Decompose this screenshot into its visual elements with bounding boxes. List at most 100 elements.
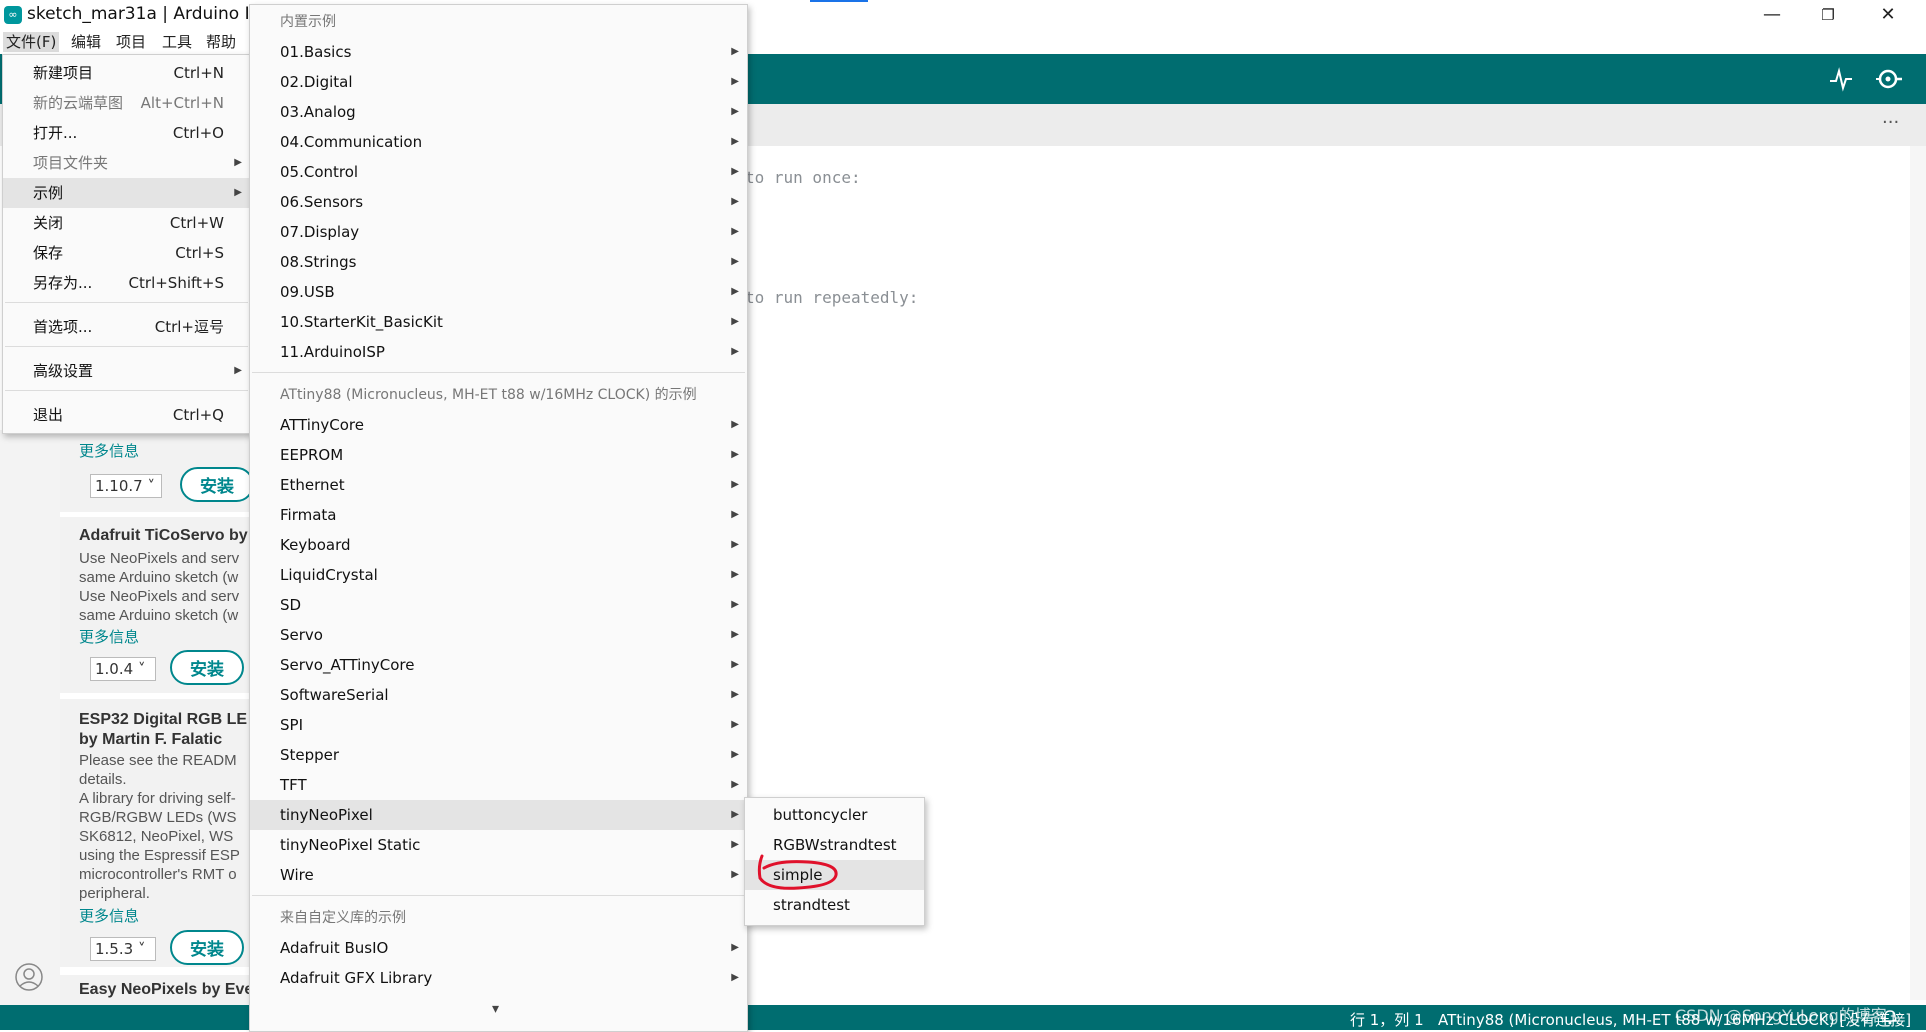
more-info-link[interactable]: 更多信息: [79, 440, 139, 461]
menu-item-adafruit-gfx-library[interactable]: Adafruit GFX Library ▶: [250, 963, 747, 993]
chevron-right-icon: ▶: [731, 226, 739, 237]
file-menu: 新建项目 Ctrl+N 新的云端草图 Alt+Ctrl+N 打开... Ctrl+O …: [2, 54, 251, 434]
menu-item-quit[interactable]: 退出 Ctrl+Q: [3, 400, 250, 430]
menu-separator: [252, 895, 745, 896]
chevron-right-icon: ▶: [731, 689, 739, 700]
chevron-right-icon: ▶: [731, 419, 739, 430]
chevron-right-icon: ▶: [731, 256, 739, 267]
menu-item-spi[interactable]: SPI ▶: [250, 710, 747, 740]
library-card: Easy NeoPixels by Eve: [60, 975, 253, 1005]
chevron-right-icon: ▶: [731, 942, 739, 953]
menu-item-wire[interactable]: Wire ▶: [250, 860, 747, 890]
menu-item-08-strings[interactable]: 08.Strings ▶: [250, 247, 747, 277]
version-select[interactable]: 1.10.7 ˅: [90, 474, 162, 498]
chevron-right-icon: ▶: [234, 187, 242, 198]
menu-item-new-sketch[interactable]: 新建项目 Ctrl+N: [3, 58, 250, 88]
menu-item-examples[interactable]: 示例 ▶: [3, 178, 250, 208]
menu-item-attinycore[interactable]: ATTinyCore ▶: [250, 410, 747, 440]
menu-item-sketchbook[interactable]: 项目文件夹 ▶: [3, 148, 250, 178]
library-title: Adafruit TiCoServo by: [79, 527, 248, 544]
menu-item-buttoncycler[interactable]: buttoncycler: [745, 800, 924, 830]
menu-item-liquidcrystal[interactable]: LiquidCrystal ▶: [250, 560, 747, 590]
menu-item-06-sensors[interactable]: 06.Sensors ▶: [250, 187, 747, 217]
maximize-button[interactable]: ❐: [1800, 0, 1856, 30]
menu-item-04-communication[interactable]: 04.Communication ▶: [250, 127, 747, 157]
chevron-right-icon: ▶: [731, 809, 739, 820]
menu-item-save-as[interactable]: 另存为... Ctrl+Shift+S: [3, 268, 250, 298]
install-button[interactable]: 安装: [180, 467, 254, 502]
menu-item-tinyneopixel[interactable]: tinyNeoPixel ▶: [250, 800, 747, 830]
library-card: Adafruit TiCoServo by Use NeoPixels and …: [60, 517, 250, 693]
menu-item-adafruit-busio[interactable]: Adafruit BusIO ▶: [250, 933, 747, 963]
menu-item-softwareserial[interactable]: SoftwareSerial ▶: [250, 680, 747, 710]
menu-item-firmata[interactable]: Firmata ▶: [250, 500, 747, 530]
minimize-button[interactable]: —: [1744, 0, 1800, 30]
profile-icon[interactable]: [14, 962, 44, 992]
focus-indicator: [810, 0, 868, 2]
menu-help[interactable]: 帮助: [203, 32, 239, 52]
close-button[interactable]: ✕: [1860, 0, 1916, 30]
cursor-position: 行 1，列 1: [1350, 1011, 1424, 1029]
chevron-right-icon: ▶: [731, 46, 739, 57]
chevron-right-icon: ▶: [731, 749, 739, 760]
menu-item-02-digital[interactable]: 02.Digital ▶: [250, 67, 747, 97]
chevron-right-icon: ▶: [731, 509, 739, 520]
chevron-right-icon: ▶: [731, 316, 739, 327]
chevron-right-icon: ▶: [731, 449, 739, 460]
menu-item-open[interactable]: 打开... Ctrl+O: [3, 118, 250, 148]
menu-item-05-control[interactable]: 05.Control ▶: [250, 157, 747, 187]
chevron-right-icon: ▶: [731, 972, 739, 983]
menu-item-save[interactable]: 保存 Ctrl+S: [3, 238, 250, 268]
editor-scrollbar[interactable]: [1910, 146, 1926, 1000]
menu-item-preferences[interactable]: 首选项... Ctrl+逗号: [3, 312, 250, 342]
chevron-right-icon: ▶: [731, 76, 739, 87]
menu-item-11-arduinoisp[interactable]: 11.ArduinoISP ▶: [250, 337, 747, 367]
menu-item-09-usb[interactable]: 09.USB ▶: [250, 277, 747, 307]
menu-sketch[interactable]: 项目: [113, 32, 149, 52]
menu-item-10-starterkit-basickit[interactable]: 10.StarterKit_BasicKit ▶: [250, 307, 747, 337]
chevron-right-icon: ▶: [731, 346, 739, 357]
arduino-logo-icon: ∞: [4, 6, 22, 24]
library-author: by Martin F. Falatic: [79, 731, 223, 748]
menu-separator: [5, 346, 248, 347]
code-comment-loop: to run repeatedly:: [745, 288, 919, 307]
menu-item-eeprom[interactable]: EEPROM ▶: [250, 440, 747, 470]
menu-item-tft[interactable]: TFT ▶: [250, 770, 747, 800]
more-info-link[interactable]: 更多信息: [79, 905, 139, 926]
menu-item-servo-attinycore[interactable]: Servo_ATTinyCore ▶: [250, 650, 747, 680]
install-button[interactable]: 安装: [170, 650, 244, 685]
menu-item-stepper[interactable]: Stepper ▶: [250, 740, 747, 770]
menu-item-03-analog[interactable]: 03.Analog ▶: [250, 97, 747, 127]
chevron-right-icon: ▶: [731, 136, 739, 147]
chevron-right-icon: ▶: [731, 106, 739, 117]
menu-item-01-basics[interactable]: 01.Basics ▶: [250, 37, 747, 67]
menu-item-advanced[interactable]: 高级设置 ▶: [3, 356, 250, 386]
menu-item-close[interactable]: 关闭 Ctrl+W: [3, 208, 250, 238]
more-options-icon[interactable]: ···: [1882, 112, 1899, 133]
chevron-right-icon: ▶: [731, 629, 739, 640]
chevron-right-icon: ▶: [731, 286, 739, 297]
chevron-right-icon: ▶: [731, 479, 739, 490]
menu-file[interactable]: 文件(F): [3, 32, 60, 52]
menu-item-keyboard[interactable]: Keyboard ▶: [250, 530, 747, 560]
menu-item-ethernet[interactable]: Ethernet ▶: [250, 470, 747, 500]
serial-plotter-icon[interactable]: [1828, 66, 1854, 92]
more-info-link[interactable]: 更多信息: [79, 626, 139, 647]
install-button[interactable]: 安装: [170, 930, 244, 965]
menu-item-tinyneopixel-static[interactable]: tinyNeoPixel Static ▶: [250, 830, 747, 860]
chevron-right-icon: ▶: [731, 599, 739, 610]
library-title: ESP32 Digital RGB LE: [79, 711, 248, 728]
menu-edit[interactable]: 编辑: [68, 32, 104, 52]
menu-item-servo[interactable]: Servo ▶: [250, 620, 747, 650]
activity-sidebar: [0, 430, 60, 1005]
menu-separator: [5, 302, 248, 303]
menu-item-07-display[interactable]: 07.Display ▶: [250, 217, 747, 247]
version-select[interactable]: 1.5.3 ˅: [90, 937, 156, 961]
scroll-down-icon[interactable]: ▾: [492, 1001, 499, 1017]
menu-item-sd[interactable]: SD ▶: [250, 590, 747, 620]
serial-monitor-icon[interactable]: [1874, 65, 1904, 93]
chevron-right-icon: ▶: [234, 157, 242, 168]
menu-tools[interactable]: 工具: [159, 32, 195, 52]
version-select[interactable]: 1.0.4 ˅: [90, 657, 156, 681]
chevron-right-icon: ▶: [731, 779, 739, 790]
